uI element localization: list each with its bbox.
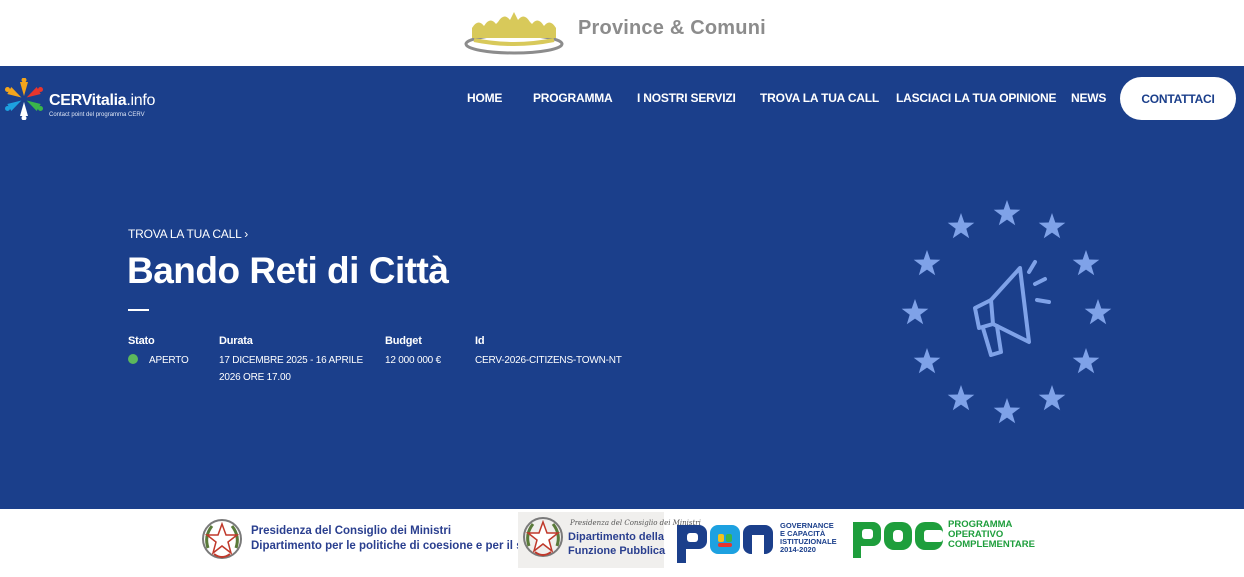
- dfp-line1: Dipartimento della: [568, 531, 664, 543]
- id-value: CERV-2026-CITIZENS-TOWN-NT: [475, 355, 622, 366]
- pcm-coesione-text: Presidenza del Consiglio dei Ministri Di…: [251, 524, 537, 554]
- poc-subtitle: PROGRAMMA OPERATIVO COMPLEMENTARE: [948, 520, 1035, 550]
- pon-subtitle: GOVERNANCE E CAPACITÀ ISTITUZIONALE 2014…: [780, 522, 837, 554]
- budget-value: 12 000 000 €: [385, 355, 441, 366]
- province-comuni-title: Province & Comuni: [578, 17, 766, 39]
- megaphone-icon: [973, 260, 1051, 357]
- dfp-line2: Funzione Pubblica: [568, 545, 666, 557]
- nav-programma[interactable]: PROGRAMMA: [533, 91, 613, 105]
- durata-label: Durata: [219, 335, 253, 347]
- poc-logo-icon: [853, 522, 943, 558]
- breadcrumb-trova-call[interactable]: TROVA LA TUA CALL ›: [128, 227, 248, 241]
- durata-value: 17 DICEMBRE 2025 - 16 APRILE 2026 ORE 17…: [219, 352, 363, 386]
- budget-label: Budget: [385, 335, 422, 347]
- stato-label: Stato: [128, 335, 155, 347]
- id-label: Id: [475, 335, 485, 347]
- top-banner: Province & Comuni: [0, 0, 1244, 66]
- nav-lasciaci-opinione[interactable]: LASCIACI LA TUA OPINIONE: [896, 91, 1057, 105]
- durata-value-line2: 2026 ORE 17.00: [219, 372, 291, 383]
- pcm-line2: Dipartimento per le politiche di coesion…: [251, 540, 537, 552]
- durata-value-line1: 17 DICEMBRE 2025 - 16 APRILE: [219, 355, 363, 366]
- pon-line4: 2014-2020: [780, 545, 816, 554]
- eu-stars-megaphone-illustration: [901, 200, 1112, 424]
- pcm-line1: Presidenza del Consiglio dei Ministri: [251, 525, 452, 537]
- page-title: Bando Reti di Città: [127, 250, 449, 291]
- province-comuni-logo-icon: [464, 12, 564, 55]
- dfp-text: Dipartimento della Funzione Pubblica: [568, 530, 665, 558]
- pon-logo-icon: [677, 525, 773, 563]
- nav-home[interactable]: HOME: [467, 91, 502, 105]
- nav-news[interactable]: NEWS: [1071, 91, 1106, 105]
- status-dot-icon: [128, 354, 138, 364]
- contattaci-button[interactable]: CONTATTACI: [1120, 77, 1236, 120]
- partner-logos-bar: Presidenza del Consiglio dei Ministri Di…: [0, 509, 1244, 577]
- italian-republic-emblem-icon: [523, 517, 563, 557]
- stato-value: APERTO: [149, 355, 189, 366]
- funzione-pubblica-logo: Presidenza del Consiglio dei Ministri Di…: [518, 512, 701, 568]
- poc-line3: COMPLEMENTARE: [948, 539, 1035, 550]
- eu-star-ring-icon: [901, 200, 1112, 424]
- hero-section: CERVitalia.info Contact point del progra…: [0, 66, 1244, 509]
- main-nav: HOME PROGRAMMA I NOSTRI SERVIZI TROVA LA…: [0, 66, 1244, 132]
- nav-trova-la-tua-call[interactable]: TROVA LA TUA CALL: [760, 91, 879, 105]
- italian-republic-emblem-icon: [202, 519, 242, 559]
- nav-nostri-servizi[interactable]: I NOSTRI SERVIZI: [637, 91, 736, 105]
- title-divider: [128, 309, 149, 311]
